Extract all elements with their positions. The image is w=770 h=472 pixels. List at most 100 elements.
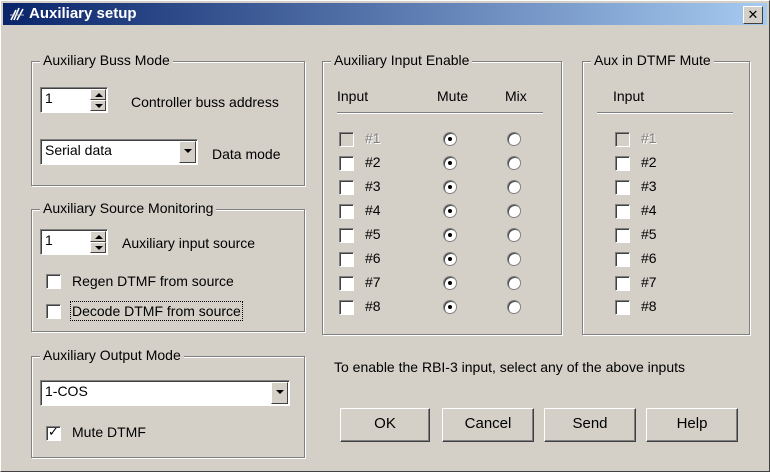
mute-radio[interactable] — [443, 252, 457, 266]
checkmark-icon: ✓ — [48, 424, 59, 439]
cancel-button[interactable]: Cancel — [442, 408, 534, 442]
arrow-up-icon — [95, 93, 103, 97]
mute-radio[interactable] — [443, 228, 457, 242]
col-mute-header: Mute — [437, 88, 469, 104]
auxiliary-input-source-spinner[interactable]: 1 — [40, 229, 108, 255]
send-button[interactable]: Send — [544, 408, 636, 442]
input-enable-checkbox[interactable] — [339, 180, 354, 195]
mute-dtmf-checkbox[interactable]: ✓ — [46, 424, 61, 441]
dtmf-mute-label: #3 — [641, 178, 657, 194]
input-enable-checkbox[interactable] — [339, 228, 354, 243]
ok-label: OK — [374, 415, 396, 432]
input-enable-label: #3 — [365, 178, 381, 194]
auxiliary-setup-dialog: Auxiliary setup ✕ Auxiliary Buss Mode 1 … — [0, 0, 770, 472]
send-label: Send — [572, 415, 608, 432]
radio-dot-icon — [448, 161, 452, 165]
input-enable-label: #2 — [365, 154, 381, 170]
source-monitoring-legend: Auxiliary Source Monitoring — [40, 200, 217, 216]
mix-radio[interactable] — [507, 300, 521, 314]
spin-down-button[interactable] — [90, 100, 106, 111]
arrow-down-icon — [95, 104, 103, 108]
output-mode-dropdown-button[interactable] — [271, 382, 288, 404]
mix-radio[interactable] — [507, 204, 521, 218]
mix-radio[interactable] — [507, 252, 521, 266]
mix-radio[interactable] — [507, 228, 521, 242]
col-mix-header: Mix — [505, 88, 527, 104]
radio-dot-icon — [448, 209, 452, 213]
input-enable-label: #5 — [365, 226, 381, 242]
arrow-up-icon — [95, 235, 103, 239]
mute-radio[interactable] — [443, 156, 457, 170]
mute-radio[interactable] — [443, 204, 457, 218]
input-enable-checkbox[interactable] — [339, 300, 354, 315]
dtmf-mute-label: #2 — [641, 154, 657, 170]
radio-dot-icon — [448, 185, 452, 189]
mute-radio[interactable] — [443, 132, 457, 146]
dtmf-mute-checkbox[interactable] — [615, 276, 630, 291]
dtmf-mute-group: Aux in DTMF Mute Input #1 #2 #3 #4 #5 #6 #7 #8 — [582, 52, 750, 335]
divider — [337, 112, 543, 114]
regen-dtmf-checkbox[interactable] — [46, 274, 61, 289]
app-icon — [10, 7, 24, 21]
controller-buss-address-value: 1 — [45, 90, 53, 106]
controller-buss-address-spinner[interactable]: 1 — [40, 87, 108, 113]
input-enable-label: #7 — [365, 274, 381, 290]
dtmf-mute-label: #6 — [641, 250, 657, 266]
auxiliary-input-source-value: 1 — [45, 232, 53, 248]
mute-radio[interactable] — [443, 276, 457, 290]
dtmf-mute-checkbox[interactable] — [615, 300, 630, 315]
data-mode-value: Serial data — [45, 142, 112, 158]
output-mode-value: 1-COS — [45, 383, 88, 399]
spin-down-button[interactable] — [90, 242, 106, 253]
dtmf-mute-checkbox[interactable] — [615, 132, 630, 147]
input-enable-checkbox[interactable] — [339, 204, 354, 219]
mix-radio[interactable] — [507, 180, 521, 194]
mix-radio[interactable] — [507, 276, 521, 290]
regen-dtmf-label: Regen DTMF from source — [72, 273, 234, 289]
mute-radio[interactable] — [443, 180, 457, 194]
rbi3-note: To enable the RBI-3 input, select any of… — [334, 359, 686, 375]
close-button[interactable]: ✕ — [743, 6, 763, 24]
arrow-down-icon — [95, 246, 103, 250]
dtmf-mute-checkbox[interactable] — [615, 252, 630, 267]
dtmf-mute-label: #7 — [641, 274, 657, 290]
spin-up-button[interactable] — [90, 231, 106, 242]
buss-mode-group: Auxiliary Buss Mode 1 Controller buss ad… — [31, 52, 305, 186]
help-label: Help — [676, 415, 708, 432]
dtmf-mute-checkbox[interactable] — [615, 156, 630, 171]
spin-up-button[interactable] — [90, 89, 106, 100]
output-mode-select[interactable]: 1-COS — [40, 380, 290, 406]
help-button[interactable]: Help — [646, 408, 738, 442]
data-mode-select[interactable]: Serial data — [40, 139, 198, 165]
title-bar[interactable]: Auxiliary setup ✕ — [3, 3, 767, 25]
radio-dot-icon — [448, 233, 452, 237]
dialog-title: Auxiliary setup — [29, 5, 137, 22]
input-enable-checkbox[interactable] — [339, 252, 354, 267]
cancel-label: Cancel — [464, 415, 512, 432]
spin-buttons[interactable] — [90, 89, 106, 111]
dtmf-mute-label: #1 — [641, 130, 657, 146]
input-enable-checkbox[interactable] — [339, 156, 354, 171]
decode-dtmf-label: Decode DTMF from source — [70, 301, 243, 321]
dtmf-mute-checkbox[interactable] — [615, 180, 630, 195]
radio-dot-icon — [448, 281, 452, 285]
mix-radio[interactable] — [507, 132, 521, 146]
mix-radio[interactable] — [507, 156, 521, 170]
ok-button[interactable]: OK — [340, 408, 430, 442]
input-enable-legend: Auxiliary Input Enable — [331, 52, 473, 68]
mute-dtmf-label: Mute DTMF — [72, 424, 146, 440]
chevron-down-icon — [184, 149, 192, 153]
input-enable-checkbox[interactable] — [339, 276, 354, 291]
data-mode-dropdown-button[interactable] — [179, 141, 196, 163]
controller-buss-address-label: Controller buss address — [131, 94, 279, 110]
dtmf-mute-checkbox[interactable] — [615, 228, 630, 243]
dtmf-mute-label: #5 — [641, 226, 657, 242]
mute-radio[interactable] — [443, 300, 457, 314]
radio-dot-icon — [448, 305, 452, 309]
chevron-down-icon — [276, 390, 284, 394]
dtmf-mute-checkbox[interactable] — [615, 204, 630, 219]
dtmf-mute-legend: Aux in DTMF Mute — [591, 52, 714, 68]
input-enable-checkbox[interactable] — [339, 132, 354, 147]
spin-buttons[interactable] — [90, 231, 106, 253]
decode-dtmf-checkbox[interactable] — [46, 304, 61, 319]
